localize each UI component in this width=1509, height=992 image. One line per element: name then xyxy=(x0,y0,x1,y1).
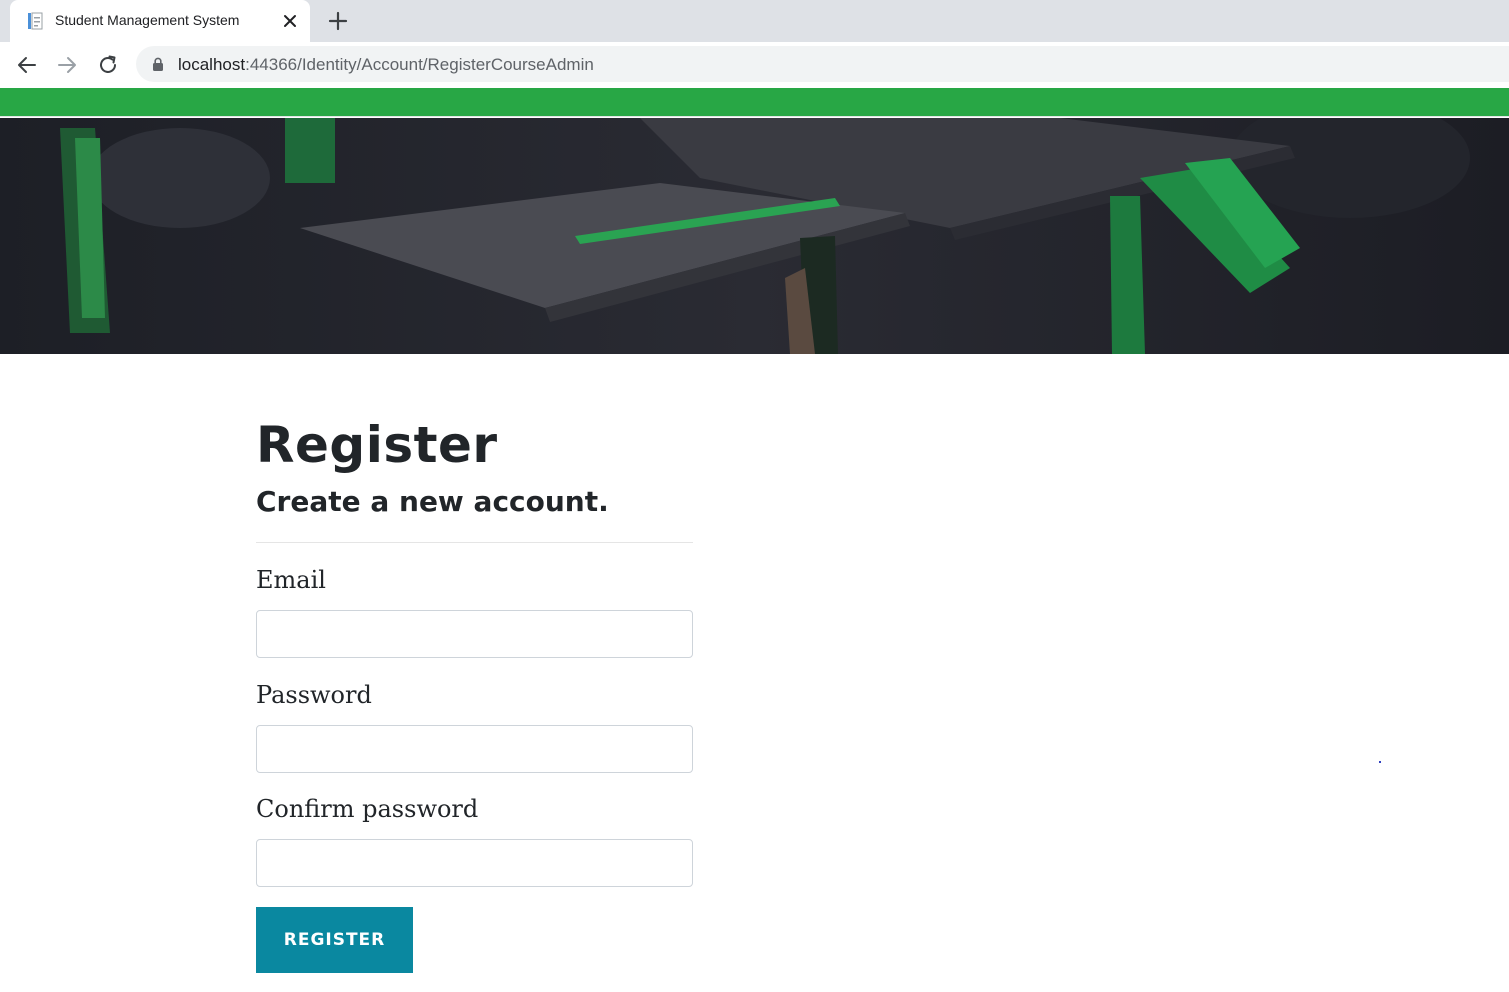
hero-banner-image xyxy=(0,118,1509,354)
page-title: Register xyxy=(256,416,498,474)
site-navbar xyxy=(0,88,1509,117)
back-arrow-icon[interactable] xyxy=(14,52,40,78)
divider xyxy=(256,542,693,543)
browser-toolbar: localhost:44366/Identity/Account/Registe… xyxy=(0,42,1509,88)
browser-tab[interactable]: Student Management System xyxy=(10,0,310,42)
page-subtitle: Create a new account. xyxy=(256,485,609,518)
confirm-password-label: Confirm password xyxy=(256,795,479,823)
url-host: localhost xyxy=(178,55,246,74)
close-icon[interactable] xyxy=(280,11,300,31)
lock-icon[interactable] xyxy=(152,57,164,71)
confirm-password-field[interactable] xyxy=(256,839,693,887)
password-field[interactable] xyxy=(256,725,693,773)
page-favicon-icon xyxy=(28,12,43,30)
forward-arrow-icon[interactable] xyxy=(54,52,80,78)
url-path: :44366/Identity/Account/RegisterCourseAd… xyxy=(245,55,594,74)
reload-icon[interactable] xyxy=(95,52,121,78)
stray-dot xyxy=(1379,761,1381,763)
tab-title: Student Management System xyxy=(55,12,240,28)
address-bar[interactable]: localhost:44366/Identity/Account/Registe… xyxy=(136,46,1509,82)
email-field[interactable] xyxy=(256,610,693,658)
email-label: Email xyxy=(256,566,326,594)
url-text[interactable]: localhost:44366/Identity/Account/Registe… xyxy=(178,55,594,75)
plus-icon[interactable] xyxy=(326,9,350,33)
browser-tab-strip: Student Management System xyxy=(0,0,1509,42)
register-button[interactable]: REGISTER xyxy=(256,907,413,973)
password-label: Password xyxy=(256,681,372,709)
graduation-caps-illustration xyxy=(0,118,1509,354)
